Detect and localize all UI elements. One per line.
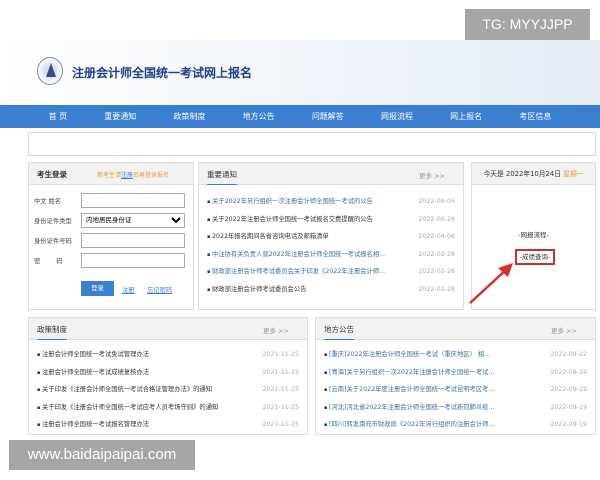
- id-number-label: 身份证件号码: [34, 238, 72, 245]
- list-item[interactable]: 注册会计师全国统一考试报名管理办法 2021-11-25: [37, 416, 299, 434]
- list-item[interactable]: [四川]转发南充市财政局《2022年另行组织的注册会计师... 2022-09-1…: [324, 416, 587, 434]
- item-title[interactable]: 财政部注册会计师考试委员会公告: [207, 281, 306, 299]
- item-title[interactable]: 中注协有关负责人就2022年注册会计师全国统一考试报名相...: [207, 246, 385, 264]
- login-title: 考生登录: [37, 170, 67, 179]
- item-date: 2022-09-19: [550, 386, 587, 394]
- score-query-link[interactable]: -成绩查询-: [515, 249, 555, 265]
- nav-item[interactable]: 首 页: [49, 105, 68, 128]
- list-item[interactable]: 财政部注册会计师考试委员会公告 2022-02-28: [207, 281, 455, 299]
- list-item[interactable]: 关于印发《注册会计师全国统一考试应考人员考场守则》的通知 2021-11-25: [37, 399, 299, 417]
- register-hint: 新考生请注册后再登录报名: [97, 172, 170, 179]
- password-label: 密 码: [34, 258, 63, 265]
- item-date: 2021-11-25: [262, 421, 299, 429]
- item-title[interactable]: [河北]河北省2022年注册会计师全国统一考试新冠肺炎疫...: [324, 399, 494, 417]
- id-type-label: 身份证件类型: [34, 218, 72, 225]
- list-item[interactable]: 财政部注册会计师考试委员会关于印发《2022年注册会计师... 2022-02-2…: [207, 263, 455, 281]
- main-nav: 首 页 重要通知 政策制度 地方公告 问题解答 网报流程 网上报名 考区信息: [0, 105, 600, 128]
- item-date: 2021-11-25: [262, 403, 299, 411]
- list-item[interactable]: 关于2022年另行组织一次注册会计师全国统一考试的公告 2022-09-05: [207, 193, 455, 211]
- date-panel: 今天是 2022年10月24日 星期一 -网报流程- -成绩查询-: [471, 162, 596, 310]
- item-date: 2022-09-22: [550, 351, 587, 358]
- nav-item[interactable]: 重要通知: [104, 105, 136, 128]
- item-title[interactable]: 2022年报名期间各省咨询电话及邮箱清单: [207, 228, 329, 246]
- nav-item[interactable]: 地方公告: [243, 105, 275, 128]
- item-date: 2022-09-19: [550, 421, 587, 429]
- list-item[interactable]: [青海]关于另行组织一次2022年注册会计师全国统一考试... 2022-09-1…: [324, 364, 587, 382]
- nav-item[interactable]: 网报流程: [381, 105, 413, 128]
- local-title: 地方公告: [324, 324, 354, 340]
- policy-title: 政策制度: [37, 324, 67, 340]
- item-title[interactable]: 注册会计师全国统一考试报名管理办法: [37, 416, 149, 434]
- nav-item[interactable]: 问题解答: [312, 105, 344, 128]
- logo-icon: [37, 57, 63, 85]
- list-item[interactable]: 关于2022年注册会计师全国统一考试报名交费提醒的公告 2022-06-28: [207, 211, 455, 229]
- list-item[interactable]: 注册会计师全国统一考试免试管理办法 2021-11-25: [37, 346, 299, 364]
- list-item[interactable]: [河北]河北省2022年注册会计师全国统一考试新冠肺炎疫... 2022-09-1…: [324, 399, 587, 417]
- name-label: 中文 姓名: [34, 198, 62, 205]
- register-link[interactable]: 注册: [122, 285, 135, 294]
- item-title[interactable]: 注册会计师全国统一考试免试管理办法: [37, 346, 149, 364]
- notices-more-link[interactable]: 更多 >>: [419, 170, 445, 180]
- item-date: 2021-11-25: [262, 386, 299, 394]
- item-title[interactable]: 关于印发《注册会计师全国统一考试合格证管理办法》的通知: [37, 381, 212, 399]
- watermark-bottom: www.baidaipaipai.com: [9, 440, 195, 470]
- list-item[interactable]: 中注协有关负责人就2022年注册会计师全国统一考试报名相... 2022-02-2…: [207, 246, 455, 264]
- item-title[interactable]: [云南]关于2022年度注册会计师全国统一考试昆明考区考...: [324, 381, 494, 399]
- id-number-input[interactable]: [81, 233, 185, 248]
- list-item[interactable]: 2022年报名期间各省咨询电话及邮箱清单 2022-04-06: [207, 228, 455, 246]
- notices-title: 重要通知: [207, 169, 237, 185]
- site-title: 注册会计师全国统一考试网上报名: [72, 66, 253, 80]
- list-item[interactable]: [重庆]2022年注册会计师全国统一考试（重庆地区） 相... 2022-09-2…: [324, 346, 587, 364]
- forgot-password-link[interactable]: 忘记密码: [147, 285, 172, 294]
- local-panel: 地方公告 更多 >> [重庆]2022年注册会计师全国统一考试（重庆地区） 相..…: [315, 317, 596, 435]
- item-date: 2022-06-28: [418, 215, 455, 223]
- item-date: 2022-09-19: [550, 368, 587, 376]
- watermark-top: TG: MYYJJPP: [465, 9, 590, 40]
- item-title[interactable]: 财政部注册会计师考试委员会关于印发《2022年注册会计师...: [207, 263, 385, 281]
- list-item[interactable]: 注册会计师全国统一考试成绩复核办法 2021-11-25: [37, 364, 299, 382]
- item-date: 2022-02-28: [418, 285, 455, 293]
- login-panel: 考生登录 新考生请注册后再登录报名 中文 姓名 身份证件类型 内地居民身份证 身份…: [28, 162, 194, 310]
- login-button[interactable]: 登录: [81, 281, 114, 296]
- item-title[interactable]: 关于2022年另行组织一次注册会计师全国统一考试的公告: [207, 193, 373, 211]
- item-title[interactable]: 注册会计师全国统一考试成绩复核办法: [37, 364, 149, 382]
- item-title[interactable]: [重庆]2022年注册会计师全国统一考试（重庆地区） 相...: [324, 346, 490, 364]
- today-date: 今天是 2022年10月24日 星期一: [472, 163, 595, 185]
- policy-more-link[interactable]: 更多 >>: [263, 325, 289, 335]
- nav-item[interactable]: 考区信息: [519, 105, 551, 128]
- hint-register-link[interactable]: 注册: [121, 172, 133, 179]
- item-title[interactable]: [青海]关于另行组织一次2022年注册会计师全国统一考试...: [324, 364, 494, 382]
- item-title[interactable]: [四川]转发南充市财政局《2022年另行组织的注册会计师...: [324, 416, 494, 434]
- notices-panel: 重要通知 更多 >> 关于2022年另行组织一次注册会计师全国统一考试的公告 202…: [198, 162, 464, 310]
- list-item[interactable]: 关于印发《注册会计师全国统一考试合格证管理办法》的通知 2021-11-25: [37, 381, 299, 399]
- item-date: 2021-11-25: [262, 368, 299, 376]
- id-type-select[interactable]: 内地居民身份证: [81, 213, 185, 228]
- item-date: 2021-11-25: [262, 351, 299, 358]
- list-item[interactable]: [云南]关于2022年度注册会计师全国统一考试昆明考区考... 2022-09-1…: [324, 381, 587, 399]
- item-date: 2022-02-28: [418, 250, 455, 258]
- item-date: 2022-09-19: [550, 403, 587, 411]
- banner-box: [28, 132, 596, 156]
- policy-panel: 政策制度更多 >> 注册会计师全国统一考试免试管理办法2021-11-25注册会…: [28, 317, 308, 435]
- item-title[interactable]: 关于印发《注册会计师全国统一考试应考人员考场守则》的通知: [37, 399, 218, 417]
- process-link[interactable]: -网报流程-: [472, 229, 595, 239]
- name-input[interactable]: [81, 193, 185, 208]
- item-date: 2022-02-28: [418, 268, 455, 276]
- nav-item[interactable]: 政策制度: [173, 105, 205, 128]
- item-title[interactable]: 关于2022年注册会计师全国统一考试报名交费提醒的公告: [207, 211, 373, 229]
- nav-item[interactable]: 网上报名: [450, 105, 482, 128]
- password-input[interactable]: [81, 253, 185, 268]
- local-more-link[interactable]: 更多 >>: [551, 325, 577, 335]
- item-date: 2022-04-06: [418, 233, 455, 241]
- site-header: 注册会计师全国统一考试网上报名: [0, 40, 600, 105]
- item-date: 2022-09-05: [418, 198, 455, 205]
